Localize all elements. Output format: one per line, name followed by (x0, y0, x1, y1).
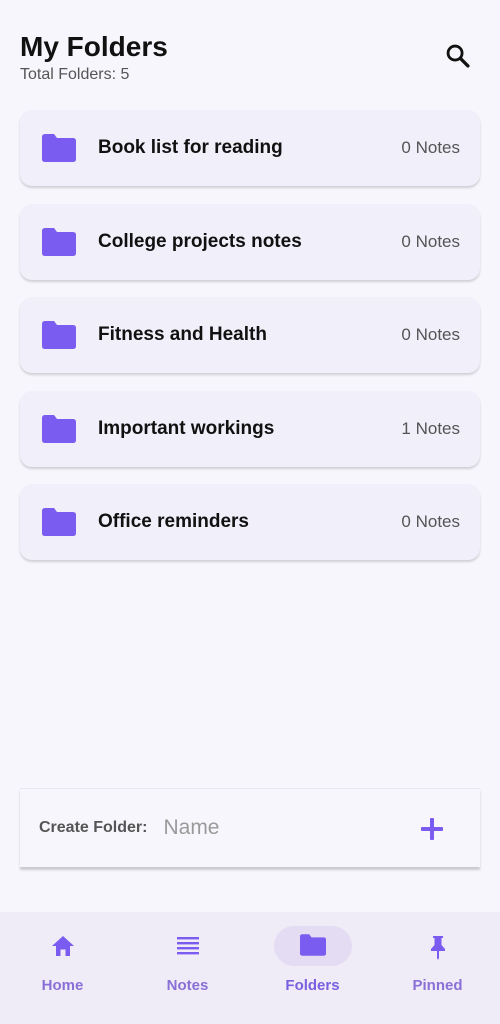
folder-item[interactable]: Office reminders 0 Notes (20, 484, 480, 560)
nav-folders-label: Folders (285, 977, 340, 994)
nav-home[interactable]: Home (0, 912, 125, 1024)
folder-total: Total Folders: 5 (20, 66, 130, 83)
folder-name: Office reminders (98, 511, 249, 532)
folder-item[interactable]: Important workings 1 Notes (20, 390, 480, 467)
folder-name: Book list for reading (98, 137, 283, 158)
create-folder-label: Create Folder: (39, 819, 148, 836)
folder-note-count: 0 Notes (401, 138, 460, 157)
search-button[interactable] (444, 42, 472, 70)
folder-item[interactable]: Book list for reading 0 Notes (20, 110, 480, 186)
create-folder-bar: Create Folder: (20, 788, 480, 867)
page-title: My Folders (20, 31, 168, 62)
folder-icon (42, 321, 76, 349)
folder-icon (299, 934, 326, 958)
nav-notes-label: Notes (166, 977, 209, 994)
folder-icon (42, 508, 76, 536)
header: My Folders Total Folders: 5 (20, 30, 480, 90)
nav-pinned-label: Pinned (412, 977, 463, 994)
folder-note-count: 0 Notes (401, 231, 460, 251)
notes-icon (175, 934, 201, 958)
folder-name: Fitness and Health (98, 324, 267, 345)
nav-home-label: Home (41, 977, 84, 994)
folder-name: Important workings (98, 417, 275, 439)
pin-icon (425, 934, 451, 960)
folder-icon (42, 414, 76, 443)
folder-icon (42, 134, 76, 162)
folder-item[interactable]: Fitness and Health 0 Notes (20, 297, 480, 373)
search-icon (446, 44, 470, 68)
folder-item[interactable]: College projects notes 0 Notes (20, 203, 480, 280)
home-icon (50, 934, 76, 958)
nav-pinned[interactable]: Pinned (375, 912, 500, 1024)
folder-note-count: 0 Notes (401, 512, 460, 531)
folder-name-input[interactable] (161, 815, 386, 841)
folder-name: College projects notes (98, 230, 302, 252)
folder-list: Book list for reading 0 Notes College pr… (20, 110, 480, 578)
nav-notes[interactable]: Notes (125, 912, 250, 1024)
plus-icon (421, 818, 443, 840)
folder-note-count: 1 Notes (401, 418, 460, 438)
folder-note-count: 0 Notes (401, 325, 460, 344)
add-folder-button[interactable] (420, 817, 444, 841)
bottom-navigation: Home Notes Folders Pinned (0, 912, 500, 1024)
folder-icon (42, 227, 76, 256)
nav-folders[interactable]: Folders (250, 912, 375, 1024)
